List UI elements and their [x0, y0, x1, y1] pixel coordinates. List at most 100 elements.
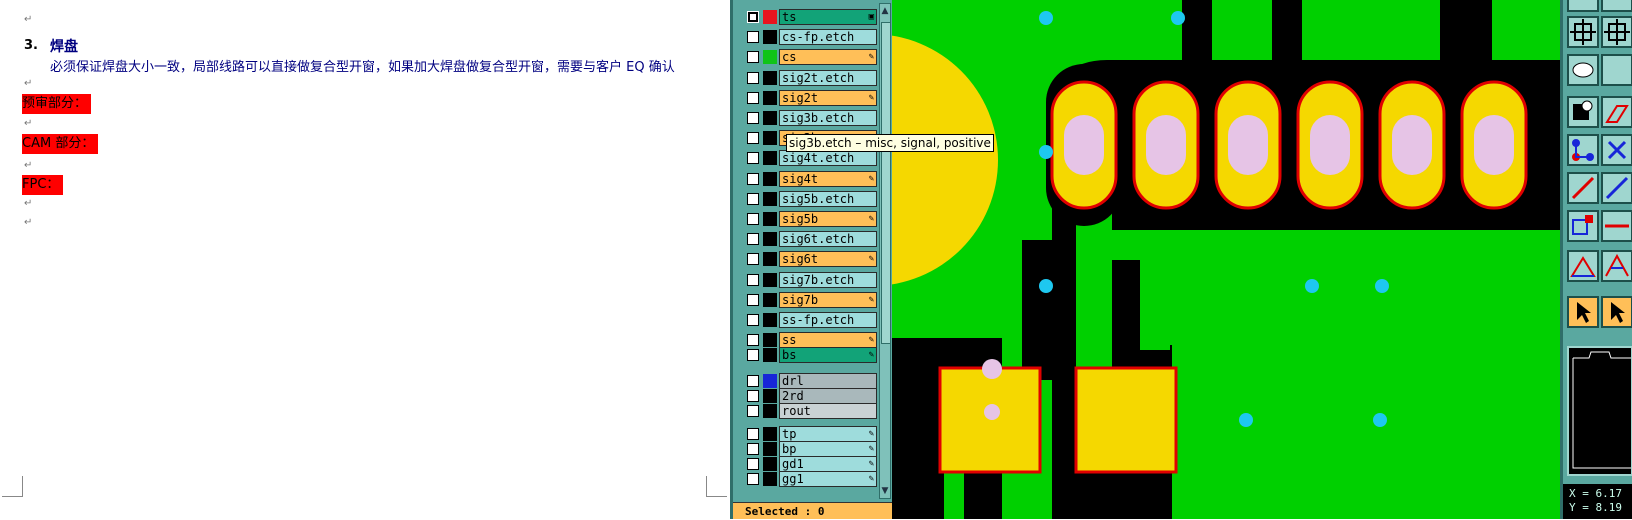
- layer-row-ss[interactable]: ss ✎: [745, 332, 877, 349]
- layer-name[interactable]: sig4t ✎: [779, 170, 877, 187]
- layer-name[interactable]: sig6t ✎: [779, 251, 877, 268]
- layer-row-rout[interactable]: rout: [745, 403, 877, 420]
- layer-checkbox[interactable]: [747, 152, 759, 165]
- layer-checkbox[interactable]: [747, 334, 759, 347]
- layer-color-swatch[interactable]: [763, 313, 777, 327]
- layer-color-swatch[interactable]: [763, 151, 777, 166]
- layer-name[interactable]: tp ✎: [779, 426, 877, 443]
- add-node-icon[interactable]: [1567, 210, 1599, 242]
- arrow-select-icon[interactable]: [1567, 296, 1599, 328]
- triangle-measure-icon[interactable]: [1601, 250, 1632, 282]
- layer-row-ts[interactable]: ts ▣: [745, 9, 877, 25]
- layer-name[interactable]: sig5b.etch: [779, 190, 877, 207]
- layer-scrollbar[interactable]: ▲ ▼: [879, 3, 891, 499]
- layer-name[interactable]: ss ✎: [779, 332, 877, 349]
- overview-minimap[interactable]: [1567, 346, 1632, 476]
- layer-name[interactable]: sig7b.etch: [779, 271, 877, 288]
- layer-checkbox[interactable]: [747, 375, 759, 388]
- pcb-drawing[interactable]: [892, 0, 1560, 519]
- layer-row-drl[interactable]: drl: [745, 373, 877, 390]
- layer-color-swatch[interactable]: [763, 292, 777, 307]
- layer-color-swatch[interactable]: [763, 212, 777, 226]
- heading-text[interactable]: 焊盘: [50, 36, 78, 56]
- layer-row-cs[interactable]: cs ✎: [745, 49, 877, 66]
- layer-name[interactable]: rout: [779, 403, 877, 420]
- layer-row-sig2t.etch[interactable]: sig2t.etch: [745, 69, 877, 86]
- layer-checkbox[interactable]: [747, 233, 759, 246]
- layer-checkbox[interactable]: [747, 213, 759, 225]
- red-label-cam[interactable]: CAM 部分：: [22, 134, 99, 154]
- layer-name[interactable]: sig2t ✎: [779, 89, 877, 106]
- layer-color-swatch[interactable]: [763, 131, 777, 146]
- line-slope-icon[interactable]: [1601, 172, 1632, 204]
- layer-checkbox[interactable]: [747, 71, 759, 84]
- scrollbar-thumb[interactable]: [881, 22, 891, 344]
- layer-checkbox[interactable]: [747, 405, 759, 418]
- layer-color-swatch[interactable]: [763, 252, 777, 267]
- layer-name[interactable]: sig5b ✎: [779, 211, 877, 227]
- layer-name[interactable]: sig4t.etch: [779, 150, 877, 167]
- layer-name[interactable]: gd1 ✎: [779, 456, 877, 473]
- layer-checkbox[interactable]: [747, 51, 759, 64]
- layer-color-swatch[interactable]: [763, 10, 777, 24]
- line-horizontal-icon[interactable]: [1601, 210, 1632, 242]
- square-pad[interactable]: [938, 366, 1042, 474]
- layer-color-swatch[interactable]: [763, 171, 777, 186]
- layer-checkbox[interactable]: [747, 443, 759, 456]
- layer-checkbox[interactable]: [747, 192, 759, 205]
- layer-checkbox[interactable]: [747, 349, 759, 362]
- zoom-icon[interactable]: [1567, 16, 1599, 48]
- layer-row-ss-fp.etch[interactable]: ss-fp.etch: [745, 312, 877, 328]
- layer-name[interactable]: bp ✎: [779, 441, 877, 458]
- line-draw-icon[interactable]: [1567, 172, 1599, 204]
- layer-color-swatch[interactable]: [763, 191, 777, 206]
- layer-checkbox[interactable]: [747, 11, 759, 23]
- layer-color-swatch[interactable]: [763, 348, 777, 363]
- layer-row-sig7b[interactable]: sig7b ✎: [745, 291, 877, 308]
- layer-row-2rd[interactable]: 2rd: [745, 388, 877, 405]
- layer-checkbox[interactable]: [747, 293, 759, 306]
- layer-row-sig4t[interactable]: sig4t ✎: [745, 170, 877, 187]
- shape-outline-icon[interactable]: [1601, 96, 1632, 128]
- pcb-canvas[interactable]: [892, 0, 1560, 519]
- layer-row-sig6t.etch[interactable]: sig6t.etch: [745, 231, 877, 248]
- layer-color-swatch[interactable]: [763, 442, 777, 457]
- layer-checkbox[interactable]: [747, 91, 759, 104]
- layer-checkbox[interactable]: [747, 390, 759, 403]
- layer-name[interactable]: sig6t.etch: [779, 231, 877, 248]
- layer-row-tp[interactable]: tp ✎: [745, 426, 877, 443]
- layer-row-bs[interactable]: bs ✎: [745, 347, 877, 364]
- layer-name[interactable]: sig7b ✎: [779, 291, 877, 308]
- layer-color-swatch[interactable]: [763, 333, 777, 348]
- layer-row-bp[interactable]: bp ✎: [745, 441, 877, 458]
- layer-color-swatch[interactable]: [763, 457, 777, 472]
- palette-icon[interactable]: [1567, 54, 1599, 86]
- layer-checkbox[interactable]: [747, 428, 759, 441]
- layer-checkbox[interactable]: [747, 314, 759, 326]
- cross-nodes-icon[interactable]: [1601, 134, 1632, 166]
- triangle-angle-icon[interactable]: [1567, 250, 1599, 282]
- layer-name[interactable]: ts ▣: [779, 9, 877, 25]
- layer-row-sig6t[interactable]: sig6t ✎: [745, 251, 877, 268]
- layer-row-sig5b.etch[interactable]: sig5b.etch: [745, 190, 877, 207]
- layer-color-swatch[interactable]: [763, 389, 777, 404]
- layer-color-swatch[interactable]: [763, 30, 777, 45]
- layer-checkbox[interactable]: [747, 458, 759, 471]
- layer-checkbox[interactable]: [747, 253, 759, 266]
- layer-color-swatch[interactable]: [763, 70, 777, 85]
- connect-nodes-icon[interactable]: [1567, 134, 1599, 166]
- scroll-up-arrow-icon[interactable]: ▲: [880, 4, 890, 18]
- select-shape-icon[interactable]: [1567, 96, 1599, 128]
- layer-checkbox[interactable]: [747, 31, 759, 44]
- layer-checkbox[interactable]: [747, 172, 759, 185]
- layer-color-swatch[interactable]: [763, 374, 777, 389]
- layer-row-gd1[interactable]: gd1 ✎: [745, 456, 877, 473]
- layer-row-sig2t[interactable]: sig2t ✎: [745, 89, 877, 106]
- zoom-fit-icon[interactable]: [1567, 0, 1599, 12]
- layer-name[interactable]: sig2t.etch: [779, 69, 877, 86]
- layer-color-swatch[interactable]: [763, 427, 777, 442]
- layer-row-gg1[interactable]: gg1 ✎: [745, 471, 877, 488]
- layer-checkbox[interactable]: [747, 132, 759, 145]
- layer-row-sig4t.etch[interactable]: sig4t.etch: [745, 150, 877, 167]
- layer-row-sig5b[interactable]: sig5b ✎: [745, 211, 877, 227]
